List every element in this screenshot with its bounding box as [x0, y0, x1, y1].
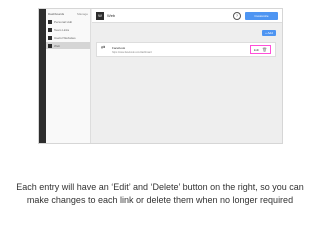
app-screenshot: Dashboards Manage Personal Hub Team Link… [38, 8, 283, 144]
link-icon: ⇄ [101, 45, 106, 51]
dashboard-icon [48, 27, 52, 32]
main-panel: W Web ? Customize + Add ⇄ Facebook https… [92, 9, 282, 143]
page-title: Web [107, 13, 116, 18]
sidebar-item-label: Web [54, 43, 61, 48]
link-entry[interactable]: ⇄ Facebook https://www.facebook.com/dash… [96, 42, 276, 57]
edit-button[interactable]: Edit [254, 48, 259, 52]
sidebar-item-label: Personal Hub [54, 19, 73, 24]
sidebar-item-label: Useful Websites [54, 35, 76, 40]
link-url: https://www.facebook.com/dashboard [112, 51, 152, 54]
dashboard-logo-icon: W [96, 11, 104, 20]
dashboard-icon [48, 43, 52, 48]
slide-caption: Each entry will have an ‘Edit’ and ‘Dele… [16, 182, 304, 205]
sidebar-item-web[interactable]: Web [46, 42, 90, 49]
sidebar: Dashboards Manage Personal Hub Team Link… [46, 9, 91, 143]
help-icon[interactable]: ? [233, 11, 241, 20]
manage-link[interactable]: Manage [77, 12, 88, 16]
dashboard-icon [48, 19, 52, 24]
sidebar-item-label: Team Links [54, 27, 70, 32]
dashboard-icon [48, 35, 52, 40]
sidebar-header: Dashboards Manage [46, 9, 90, 18]
app-rail [39, 9, 46, 143]
delete-icon[interactable]: 🗑 [262, 47, 267, 52]
add-link-button[interactable]: + Add [262, 30, 276, 36]
link-name: Facebook [112, 46, 126, 50]
sidebar-item-team-links[interactable]: Team Links [46, 26, 90, 33]
top-bar: W Web ? Customize [92, 9, 282, 23]
action-buttons-highlight: Edit 🗑 [250, 45, 271, 54]
sidebar-item-useful-websites[interactable]: Useful Websites [46, 34, 90, 41]
sidebar-item-personal-hub[interactable]: Personal Hub [46, 18, 90, 25]
customize-button[interactable]: Customize [245, 11, 278, 20]
sidebar-title: Dashboards [48, 11, 65, 16]
